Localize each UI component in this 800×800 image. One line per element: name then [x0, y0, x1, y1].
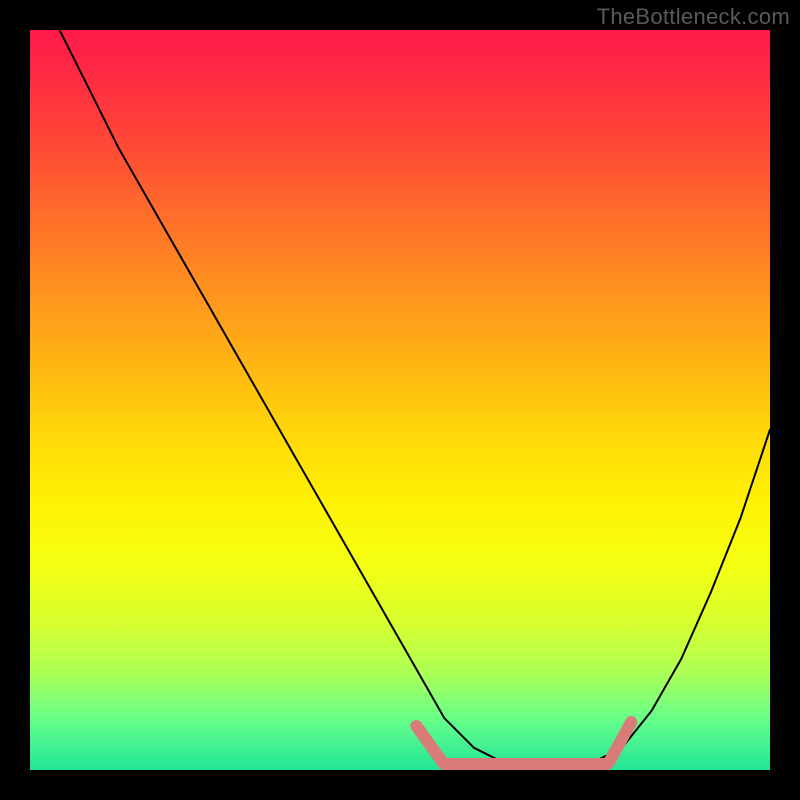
chart-frame: TheBottleneck.com — [0, 0, 800, 800]
watermark-text: TheBottleneck.com — [597, 4, 790, 30]
bottleneck-curve — [60, 30, 770, 770]
optimum-left-nub — [416, 726, 442, 762]
curve-overlay — [30, 30, 770, 770]
plot-area — [30, 30, 770, 770]
